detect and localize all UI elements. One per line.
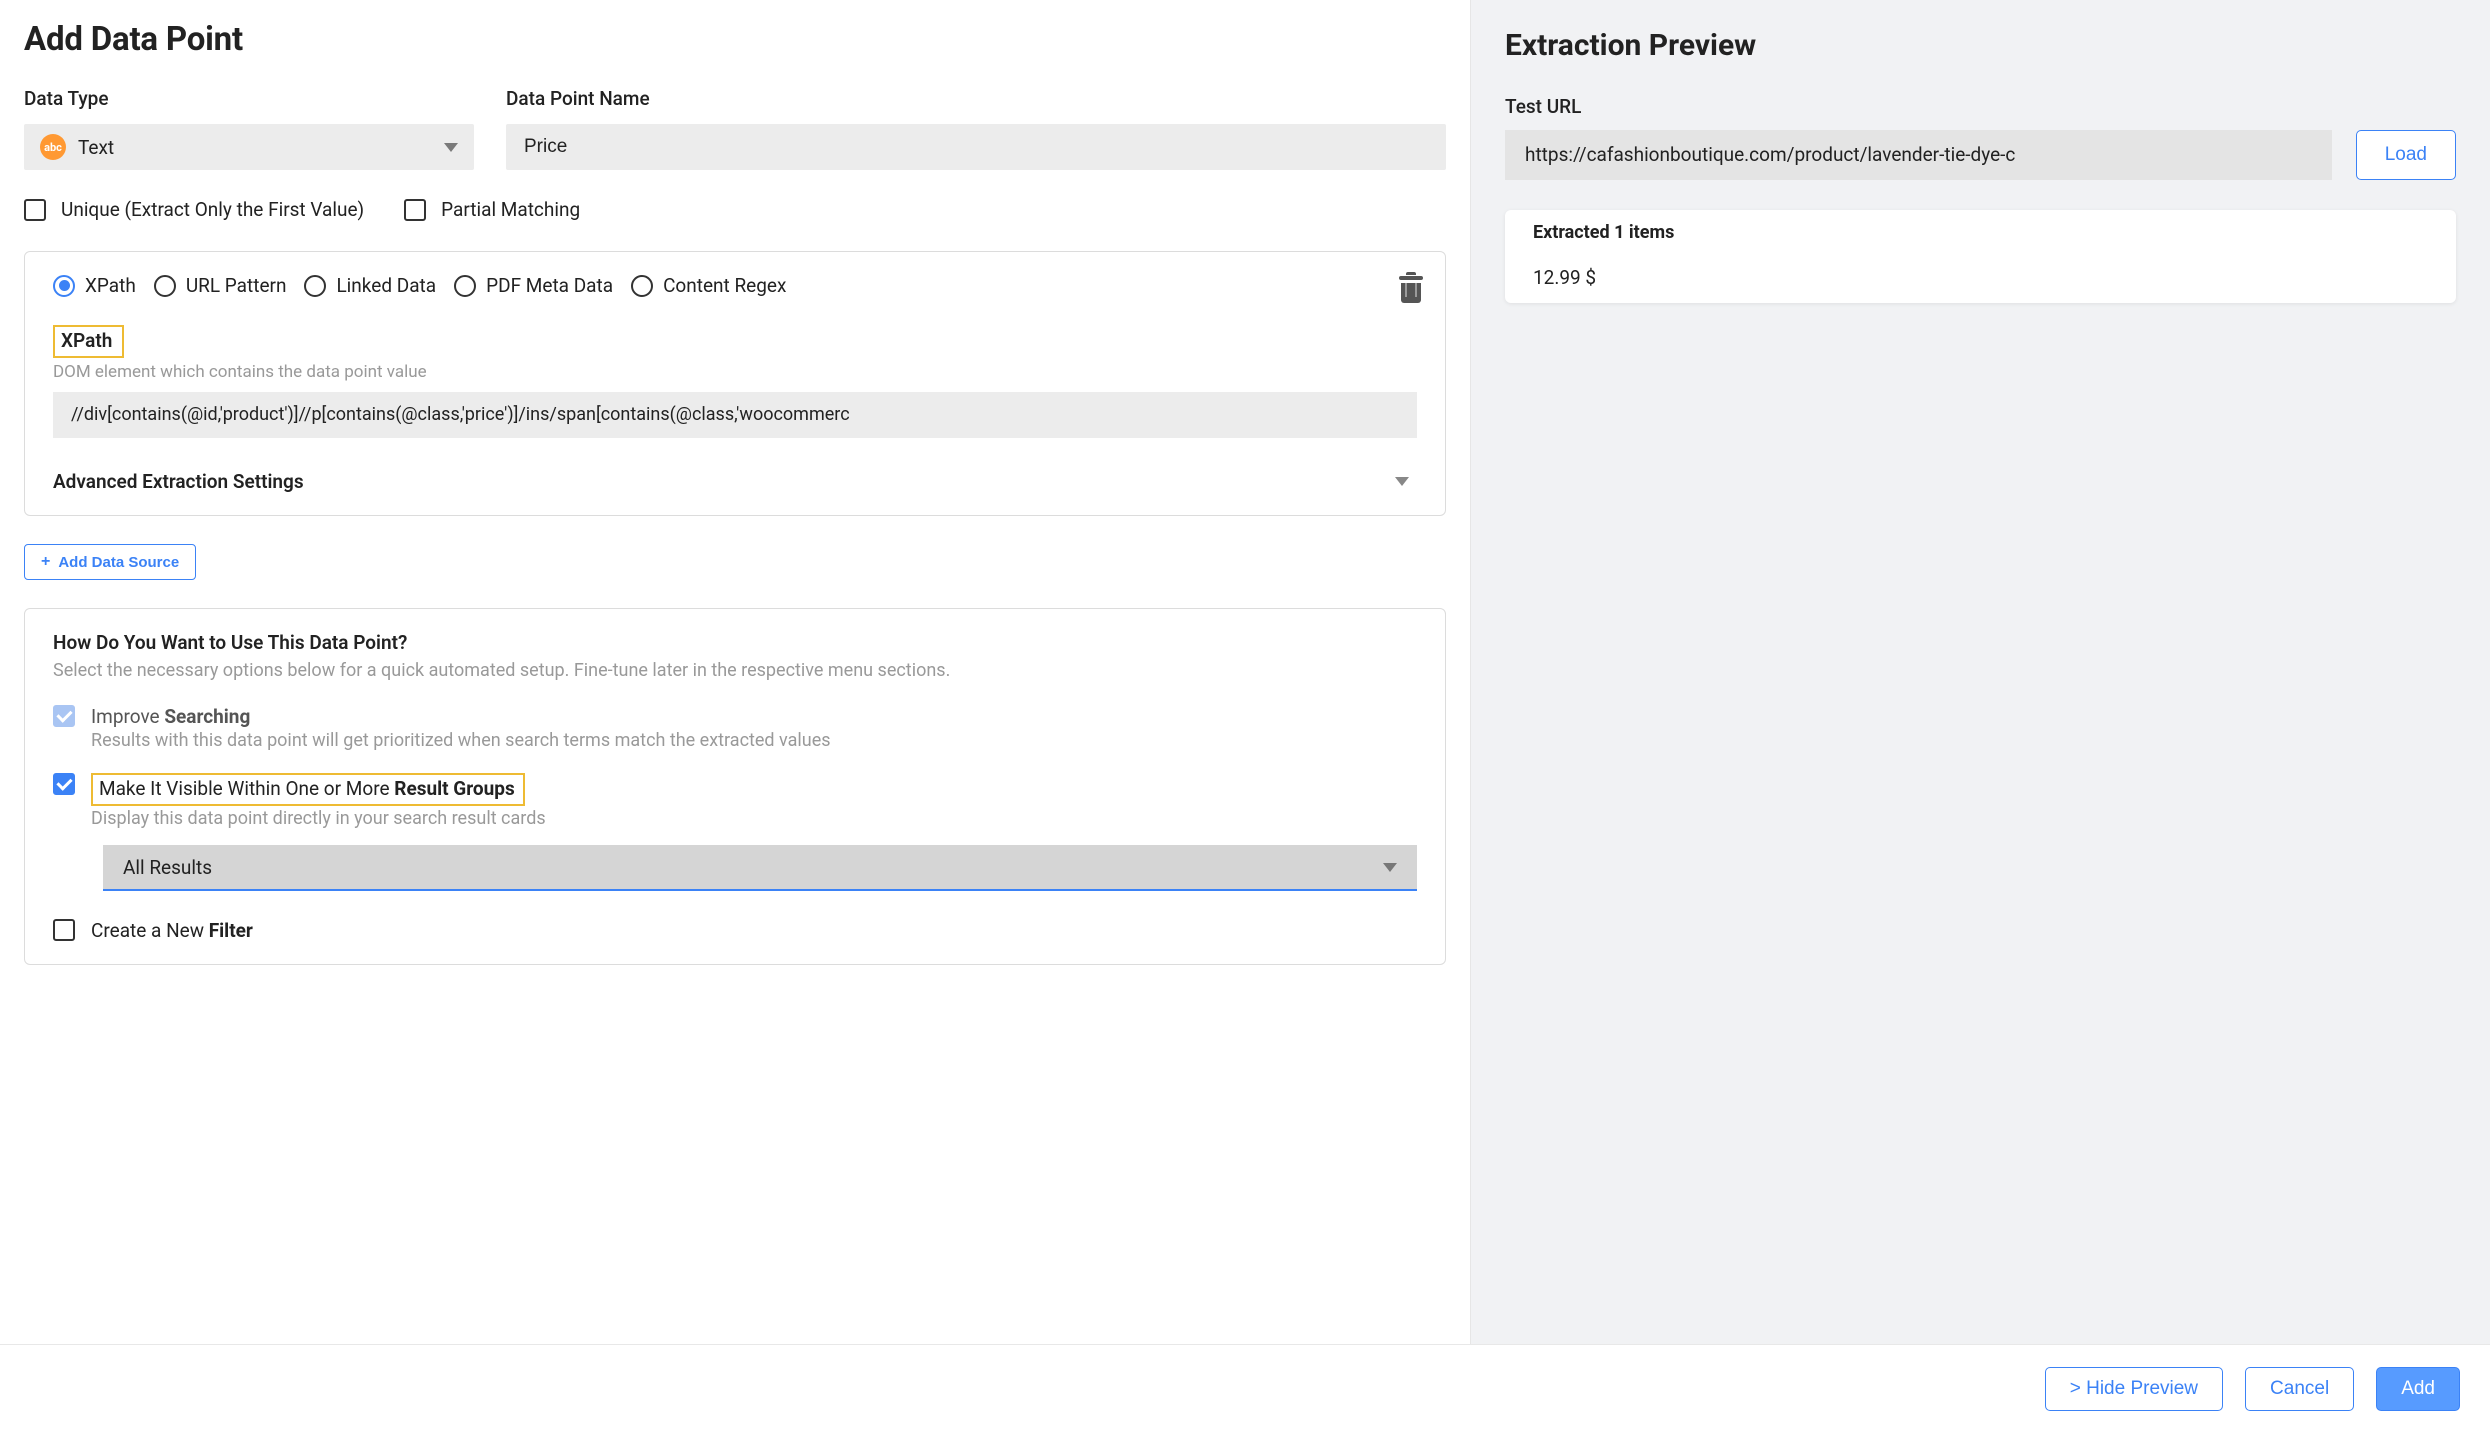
page-title: Add Data Point [24, 20, 1446, 59]
result-groups-checkbox[interactable] [53, 773, 75, 795]
delete-source-button[interactable] [1401, 276, 1421, 300]
result-groups-value: All Results [123, 856, 212, 879]
xpath-input[interactable]: //div[contains(@id,'product')]//p[contai… [53, 392, 1417, 438]
radio-xpath-label: XPath [85, 274, 136, 297]
chevron-down-icon [1383, 863, 1397, 872]
advanced-settings-toggle[interactable]: Advanced Extraction Settings [53, 470, 1417, 493]
create-filter-label: Create a New Filter [91, 919, 253, 942]
main-form-panel: Add Data Point Data Type abc Text Data P… [0, 0, 1470, 1432]
radio-content-regex-label: Content Regex [663, 274, 786, 297]
test-url-input[interactable]: https://cafashionboutique.com/product/la… [1505, 130, 2332, 180]
unique-label: Unique (Extract Only the First Value) [61, 198, 364, 221]
chevron-down-icon [444, 143, 458, 152]
footer-bar: > Hide Preview Cancel Add [0, 1344, 2490, 1432]
field-row: Data Type abc Text Data Point Name [24, 87, 1446, 170]
extraction-preview-panel: Extraction Preview Test URL https://cafa… [1470, 0, 2490, 1432]
cancel-button[interactable]: Cancel [2245, 1367, 2354, 1411]
result-groups-sub: Display this data point directly in your… [91, 808, 546, 829]
usage-subtitle: Select the necessary options below for a… [53, 660, 1417, 681]
unique-checkbox[interactable] [24, 199, 46, 221]
partial-matching-checkbox[interactable] [404, 199, 426, 221]
test-url-label: Test URL [1505, 95, 2456, 118]
hide-preview-button[interactable]: > Hide Preview [2045, 1367, 2223, 1411]
extraction-results-card: Extracted 1 items 12.99 $ [1505, 210, 2456, 303]
load-button[interactable]: Load [2356, 130, 2456, 180]
radio-url-pattern-label: URL Pattern [186, 274, 287, 297]
extraction-results-header: Extracted 1 items [1505, 210, 2456, 256]
data-name-input[interactable] [506, 124, 1446, 170]
radio-pdf-meta[interactable] [454, 275, 476, 297]
partial-matching-label: Partial Matching [441, 198, 580, 221]
result-groups-label: Make It Visible Within One or More Resul… [91, 773, 525, 806]
plus-icon: + [41, 553, 50, 571]
usage-title: How Do You Want to Use This Data Point? [53, 631, 1417, 654]
add-button[interactable]: Add [2376, 1367, 2460, 1411]
preview-title: Extraction Preview [1505, 28, 2456, 63]
xpath-helper-text: DOM element which contains the data poin… [53, 362, 1417, 382]
create-filter-checkbox[interactable] [53, 919, 75, 941]
text-type-icon: abc [40, 134, 66, 160]
data-type-select[interactable]: abc Text [24, 124, 474, 170]
radio-url-pattern[interactable] [154, 275, 176, 297]
radio-pdf-meta-label: PDF Meta Data [486, 274, 613, 297]
radio-content-regex[interactable] [631, 275, 653, 297]
radio-xpath[interactable] [53, 275, 75, 297]
advanced-settings-label: Advanced Extraction Settings [53, 470, 304, 493]
data-source-card: XPath URL Pattern Linked Data PDF Meta D… [24, 251, 1446, 516]
improve-searching-checkbox[interactable] [53, 705, 75, 727]
data-name-label: Data Point Name [506, 87, 1446, 110]
improve-searching-sub: Results with this data point will get pr… [91, 730, 831, 751]
xpath-field-label: XPath [53, 325, 124, 358]
trash-icon [1401, 276, 1421, 300]
usage-card: How Do You Want to Use This Data Point? … [24, 608, 1446, 965]
radio-linked-data-label: Linked Data [336, 274, 436, 297]
radio-linked-data[interactable] [304, 275, 326, 297]
improve-searching-label: Improve Searching [91, 705, 831, 728]
result-groups-select[interactable]: All Results [103, 845, 1417, 891]
data-type-value: Text [78, 136, 114, 159]
add-data-source-label: Add Data Source [58, 554, 179, 571]
extraction-result-item: 12.99 $ [1505, 256, 2456, 303]
data-type-label: Data Type [24, 87, 474, 110]
chevron-down-icon [1395, 477, 1409, 486]
add-data-source-button[interactable]: + Add Data Source [24, 544, 196, 580]
